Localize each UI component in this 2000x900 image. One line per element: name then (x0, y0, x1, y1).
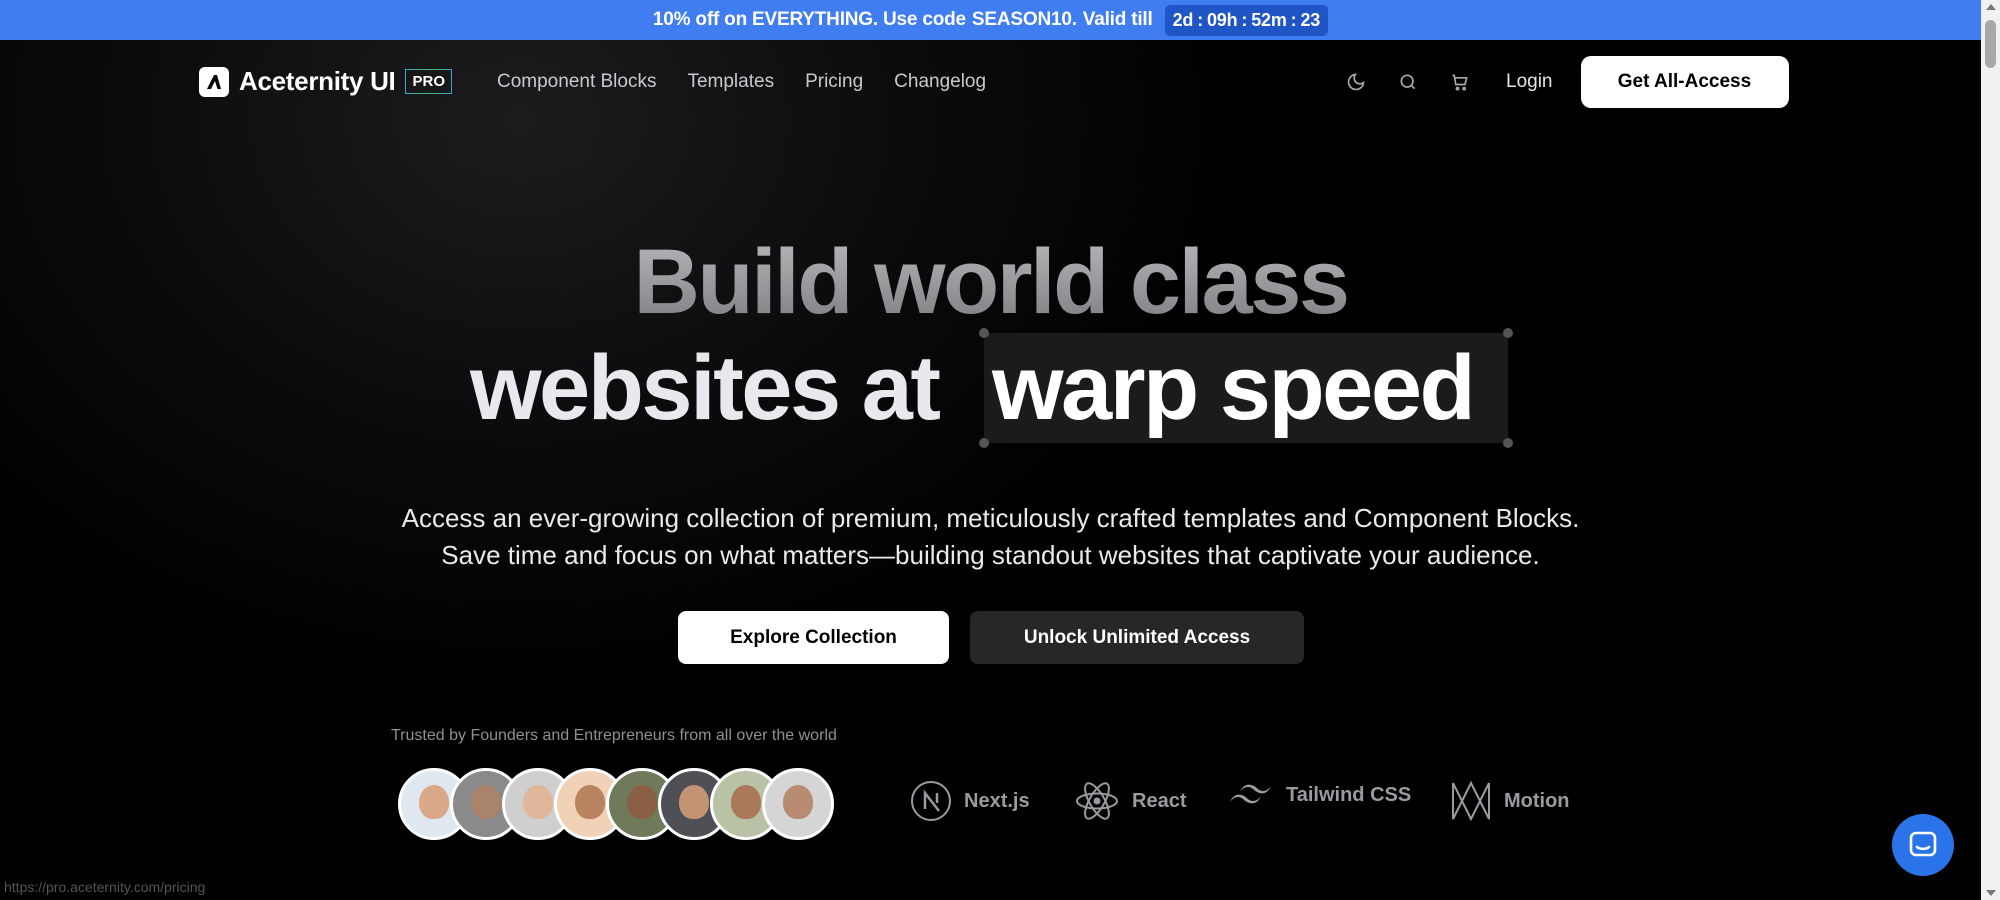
promo-text: 10% off on EVERYTHING. Use code (652, 9, 966, 30)
search-icon (1400, 74, 1416, 90)
nav-link-changelog[interactable]: Changelog (894, 71, 986, 93)
tech-label-tailwind: Tailwind CSS (1286, 783, 1412, 806)
page: 10% off on EVERYTHING. Use code SEASON10… (0, 0, 2000, 900)
hero-subtitle-line2: Save time and focus on what matters—buil… (441, 540, 1540, 570)
promo-valid-label: Valid till (1082, 9, 1153, 30)
motion-icon (1452, 780, 1490, 822)
nextjs-icon (911, 781, 951, 821)
tech-label-motion: Motion (1504, 789, 1570, 812)
tech-motion: Motion (1450, 780, 1570, 822)
nav-link-component-blocks[interactable]: Component Blocks (497, 71, 656, 93)
tech-label-react: React (1132, 789, 1187, 812)
handle-bottom-left (979, 438, 989, 448)
react-icon (1076, 782, 1118, 820)
scrollbar-thumb[interactable] (1985, 20, 1996, 68)
trusted-label: Trusted by Founders and Entrepreneurs fr… (391, 727, 837, 744)
cart-button[interactable] (1440, 62, 1480, 102)
hero-title-line1: Build world class (0, 232, 1981, 332)
nav-actions: Login Get All-Access (1336, 56, 1789, 108)
handle-bottom-right (1503, 438, 1513, 448)
promo-code: SEASON10. (971, 9, 1077, 30)
tech-tailwind: Tailwind CSS (1228, 780, 1411, 810)
top-nav: Aceternity UI PRO Component Blocks Templ… (0, 40, 1981, 124)
nav-link-templates[interactable]: Templates (687, 71, 774, 93)
scroll-up-arrow[interactable] (1986, 4, 1996, 10)
tailwind-icon (1230, 784, 1271, 804)
hero-subtitle-line1: Access an ever-growing collection of pre… (401, 503, 1580, 533)
explore-collection-button[interactable]: Explore Collection (678, 611, 949, 664)
get-all-access-button[interactable]: Get All-Access (1580, 56, 1789, 108)
tech-react: React (1074, 780, 1186, 822)
handle-top-left (979, 328, 989, 338)
tech-nextjs: Next.js (910, 780, 1030, 822)
unlock-unlimited-access-button[interactable]: Unlock Unlimited Access (970, 611, 1304, 664)
tech-label-nextjs: Next.js (964, 789, 1030, 812)
hero-title-line2: websites at (470, 337, 941, 439)
countdown-timer: 2d : 09h : 52m : 23 (1164, 4, 1329, 36)
theme-toggle-button[interactable] (1336, 62, 1376, 102)
nav-links: Component Blocks Templates Pricing Chang… (497, 71, 986, 93)
timer-minutes: 52m (1251, 9, 1287, 30)
brand-name: Aceternity UI (239, 66, 396, 96)
moon-icon (1347, 73, 1365, 91)
scroll-down-arrow[interactable] (1986, 890, 1996, 896)
nav-link-pricing[interactable]: Pricing (805, 71, 863, 93)
search-button[interactable] (1388, 62, 1428, 102)
hero-highlight-text: warp speed (992, 337, 1476, 439)
handle-top-right (1503, 328, 1513, 338)
logo-icon (199, 66, 229, 97)
timer-days: 2d (1172, 9, 1194, 30)
timer-seconds: 23 (1300, 9, 1321, 30)
chat-launcher-button[interactable] (1892, 814, 1954, 876)
chat-icon (1909, 831, 1937, 857)
avatar (762, 768, 834, 840)
status-bar-url: https://pro.aceternity.com/pricing (4, 879, 206, 895)
pro-badge: PRO (405, 69, 452, 94)
page-scrollbar[interactable] (1981, 0, 2000, 900)
promo-banner[interactable]: 10% off on EVERYTHING. Use code SEASON10… (0, 0, 1981, 40)
timer-hours: 09h (1207, 9, 1238, 30)
avatar-group (398, 768, 834, 840)
login-link[interactable]: Login (1506, 71, 1553, 93)
cart-icon (1452, 74, 1468, 91)
brand-logo[interactable]: Aceternity UI PRO (199, 66, 452, 97)
hero-subtitle: Access an ever-growing collection of pre… (0, 500, 1981, 574)
